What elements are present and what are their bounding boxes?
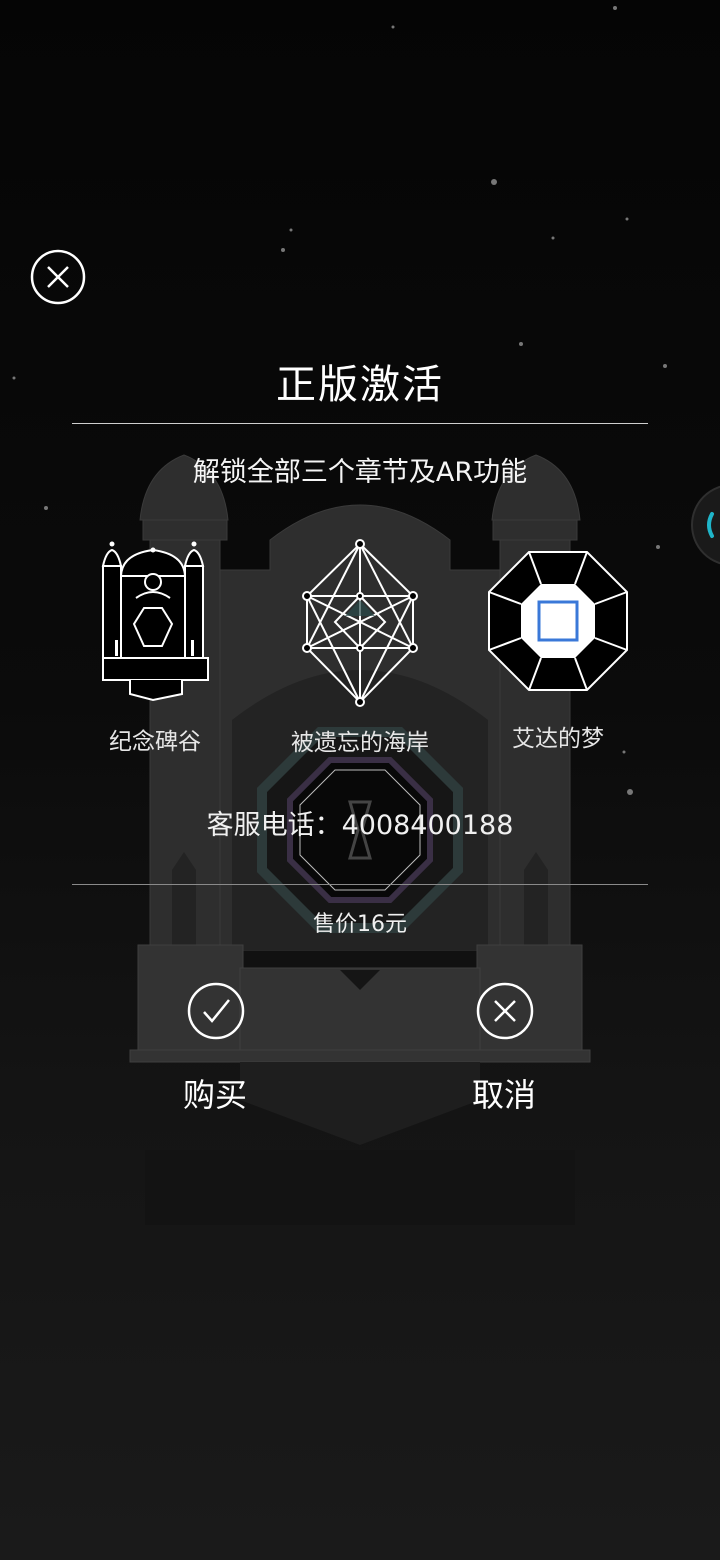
title-divider: [72, 423, 648, 424]
cancel-label: 取消: [471, 1076, 536, 1114]
chapter-idas-dream: 艾达的梦: [463, 536, 653, 766]
buy-label: 购买: [182, 1076, 247, 1114]
chapter-label: 艾达的梦: [512, 726, 604, 752]
floating-side-tab[interactable]: [690, 484, 720, 566]
chapter-monument-valley: 纪念碑谷: [60, 536, 250, 766]
monument-palace-icon: [101, 541, 209, 702]
temple-background-art: [12, 6, 667, 1225]
octagon-dream-icon: [488, 551, 628, 691]
close-circle-icon: [476, 982, 534, 1040]
checkmark-circle-icon: [187, 982, 245, 1040]
chapter-forgotten-shores: 被遗忘的海岸: [265, 536, 455, 766]
buy-button[interactable]: 购买: [155, 982, 275, 1122]
unlock-description: 解锁全部三个章节及AR功能: [192, 457, 528, 488]
sacred-geometry-icon: [302, 539, 418, 707]
price-divider: [72, 884, 648, 885]
close-circle-icon: [30, 249, 86, 305]
floating-ball-icon: [691, 485, 720, 565]
close-button[interactable]: [30, 249, 86, 305]
chapter-label: 纪念碑谷: [109, 729, 201, 755]
chapter-label: 被遗忘的海岸: [291, 730, 429, 756]
cancel-button[interactable]: 取消: [444, 982, 564, 1122]
activation-screen: 正版激活 解锁全部三个章节及AR功能 纪念碑谷 被遗忘的海岸 艾达的梦 客服电话…: [0, 0, 720, 1560]
customer-service-phone: 客服电话：4008400188: [206, 810, 514, 841]
page-title: 正版激活: [276, 362, 444, 408]
price-text: 售价16元: [313, 912, 407, 937]
